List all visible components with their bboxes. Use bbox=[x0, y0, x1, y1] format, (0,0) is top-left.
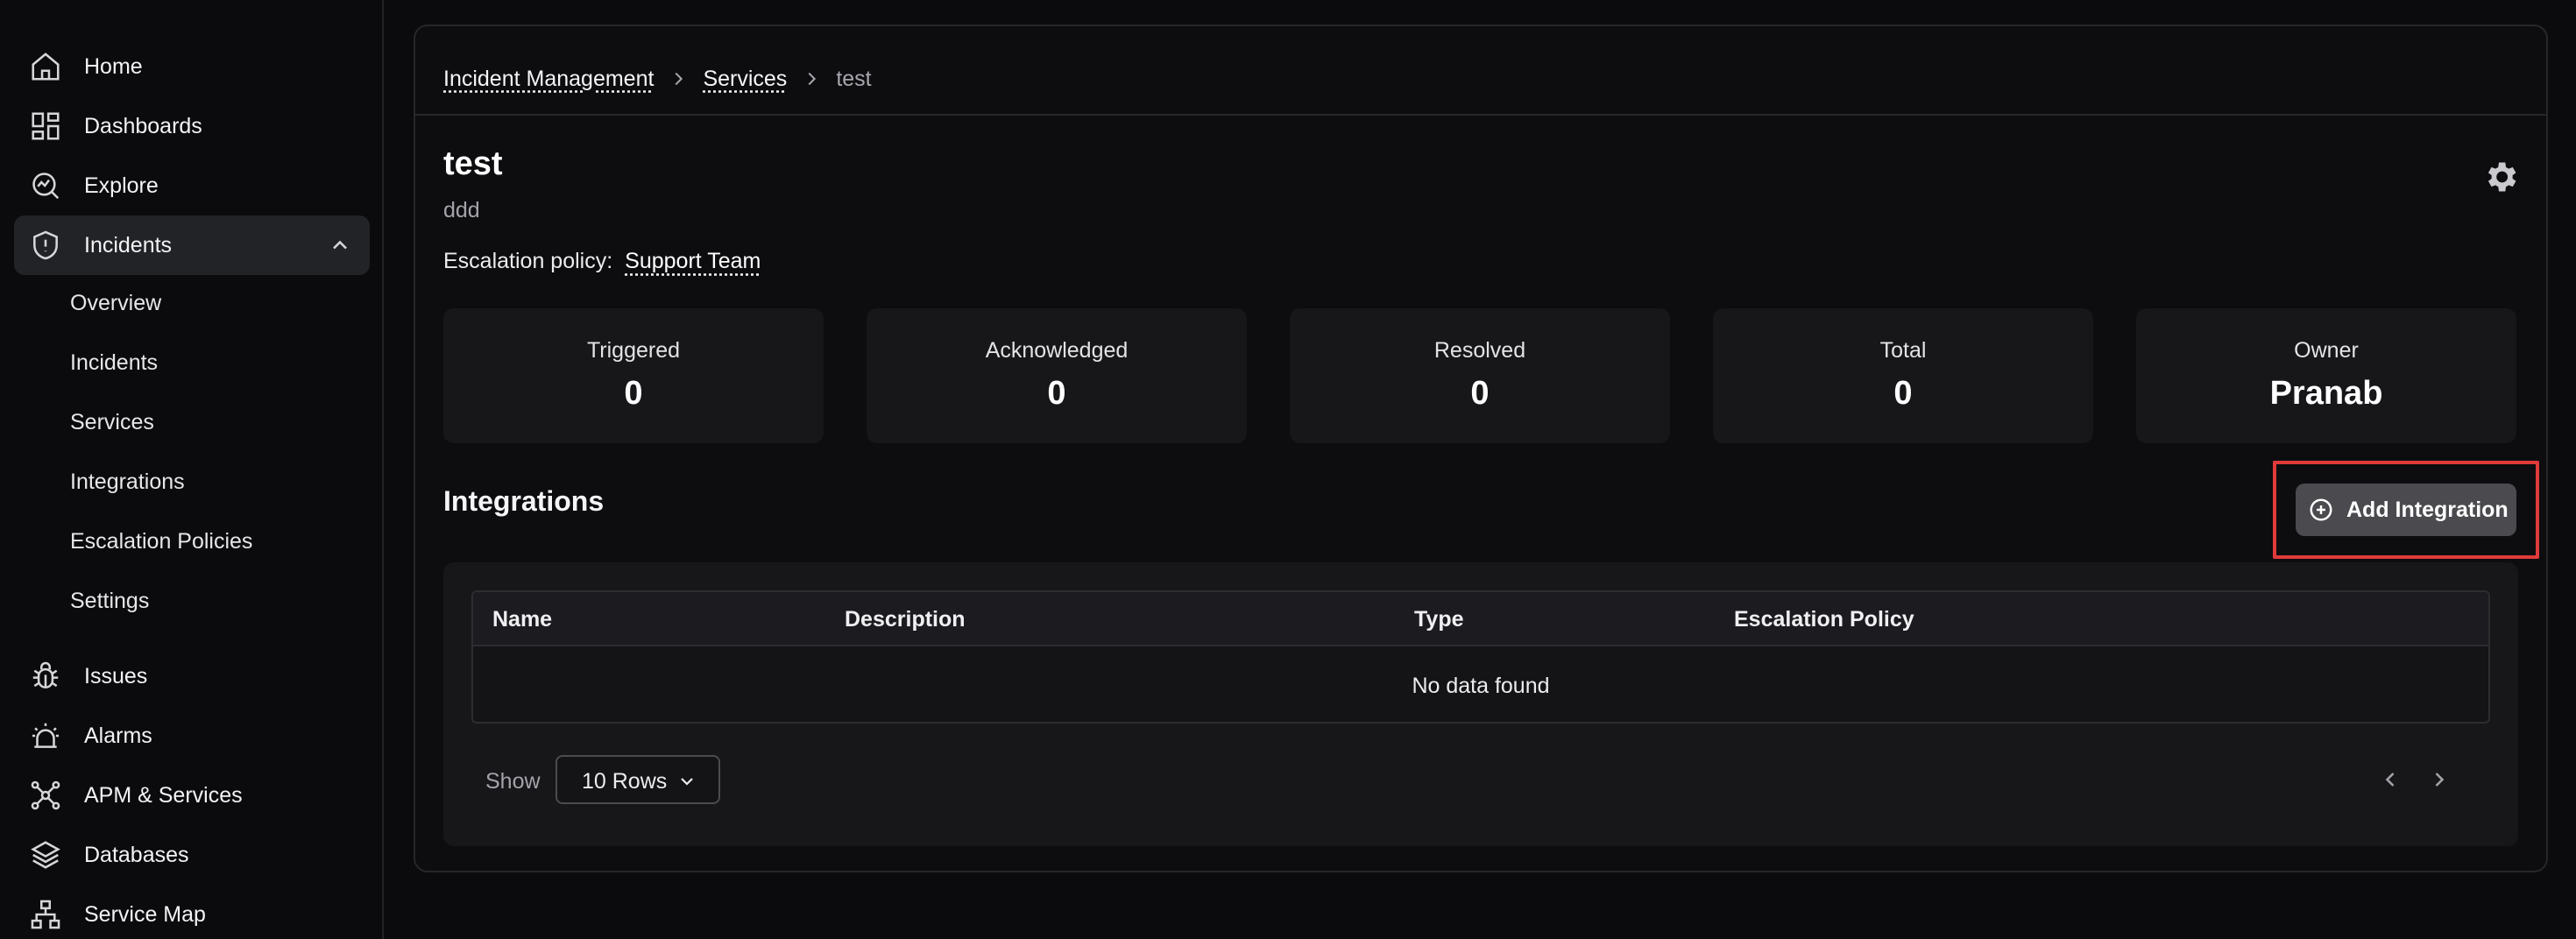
stat-value: 0 bbox=[1047, 375, 1066, 412]
stat-value: 0 bbox=[624, 375, 643, 412]
integrations-table: Name Description Type Escalation Policy … bbox=[471, 590, 2490, 724]
previous-page-button[interactable] bbox=[2378, 767, 2403, 792]
explore-icon bbox=[28, 168, 63, 203]
escalation-policy-label: Escalation policy: bbox=[443, 249, 613, 273]
sidebar-item-label: APM & Services bbox=[84, 782, 243, 808]
column-header-type[interactable]: Type bbox=[1414, 592, 1464, 646]
sidebar-item-incidents[interactable]: Incidents bbox=[14, 215, 370, 275]
empty-state: No data found bbox=[1412, 674, 1550, 698]
show-label: Show bbox=[485, 769, 541, 794]
column-header-escalation-policy[interactable]: Escalation Policy bbox=[1734, 592, 1914, 646]
sidebar-subitem-integrations[interactable]: Integrations bbox=[70, 464, 185, 499]
breadcrumb: Incident Management Services test bbox=[443, 53, 872, 105]
sidebar-item-explore[interactable]: Explore bbox=[14, 156, 370, 215]
chevron-right-icon bbox=[654, 66, 703, 92]
rows-per-page-select[interactable]: 10 Rows bbox=[556, 755, 720, 804]
sidebar-item-label: Alarms bbox=[84, 723, 152, 748]
plus-circle-icon bbox=[2308, 497, 2334, 523]
network-icon bbox=[28, 778, 63, 813]
chevron-right-icon bbox=[2435, 773, 2445, 787]
next-page-button[interactable] bbox=[2427, 767, 2452, 792]
sidebar-item-issues[interactable]: Issues bbox=[14, 646, 370, 706]
header-divider bbox=[415, 114, 2546, 116]
sidebar-item-alarms[interactable]: Alarms bbox=[14, 706, 370, 766]
sidebar-subitem-overview[interactable]: Overview bbox=[70, 286, 161, 321]
gear-icon[interactable] bbox=[2481, 158, 2520, 196]
sidebar-item-label: Databases bbox=[84, 842, 189, 867]
sitemap-icon bbox=[28, 897, 63, 932]
stat-card-resolved: Resolved 0 bbox=[1290, 308, 1670, 443]
bug-icon bbox=[28, 659, 63, 694]
shield-alert-icon bbox=[28, 228, 63, 263]
stat-label: Owner bbox=[2294, 338, 2359, 363]
stat-label: Triggered bbox=[586, 338, 681, 363]
alarm-icon bbox=[28, 718, 63, 753]
sidebar-item-home[interactable]: Home bbox=[14, 37, 370, 96]
escalation-policy-row: Escalation policy: Support Team bbox=[443, 249, 761, 274]
sidebar-item-label: Home bbox=[84, 53, 143, 79]
sidebar-item-service-map[interactable]: Service Map bbox=[14, 885, 370, 939]
sidebar-item-label: Incidents bbox=[84, 232, 173, 258]
integrations-title: Integrations bbox=[443, 485, 605, 517]
breadcrumb-services[interactable]: Services bbox=[703, 67, 787, 92]
sidebar-subitem-services[interactable]: Services bbox=[70, 405, 154, 440]
sidebar-subitem-escalation-policies[interactable]: Escalation Policies bbox=[70, 524, 252, 559]
sidebar-subitem-settings[interactable]: Settings bbox=[70, 583, 149, 618]
sidebar-item-label: Dashboards bbox=[84, 113, 202, 138]
table-header: Name Description Type Escalation Policy bbox=[473, 592, 2488, 646]
column-header-name[interactable]: Name bbox=[492, 592, 552, 646]
stat-value: 0 bbox=[1893, 375, 1913, 412]
sidebar-item-dashboards[interactable]: Dashboards bbox=[14, 96, 370, 156]
dashboard-icon bbox=[28, 109, 63, 144]
breadcrumb-current: test bbox=[836, 66, 872, 91]
rows-per-page-value: 10 Rows bbox=[582, 769, 668, 794]
sidebar-item-label: Service Map bbox=[84, 901, 206, 927]
sidebar-subitem-incidents[interactable]: Incidents bbox=[70, 345, 158, 380]
chevron-right-icon bbox=[787, 66, 836, 92]
service-description: ddd bbox=[443, 198, 480, 222]
chevron-left-icon bbox=[2385, 773, 2395, 787]
page-title: test bbox=[443, 145, 503, 182]
stat-card-triggered: Triggered 0 bbox=[443, 308, 824, 443]
chevron-down-icon bbox=[676, 771, 697, 792]
sidebar-item-label: Issues bbox=[84, 663, 148, 688]
column-header-description[interactable]: Description bbox=[845, 592, 966, 646]
stat-value: 0 bbox=[1470, 375, 1490, 412]
stat-card-acknowledged: Acknowledged 0 bbox=[867, 308, 1247, 443]
stat-label: Total bbox=[1879, 338, 1927, 363]
sidebar-item-apm-services[interactable]: APM & Services bbox=[14, 766, 370, 825]
stat-label: Resolved bbox=[1433, 338, 1526, 363]
add-integration-label: Add Integration bbox=[2346, 497, 2509, 522]
integrations-panel: Name Description Type Escalation Policy … bbox=[443, 562, 2518, 846]
stat-card-owner: Owner Pranab bbox=[2136, 308, 2516, 443]
chevron-up-icon[interactable] bbox=[328, 233, 352, 258]
breadcrumb-incident-management[interactable]: Incident Management bbox=[443, 67, 654, 92]
layers-icon bbox=[28, 837, 63, 872]
sidebar-item-databases[interactable]: Databases bbox=[14, 825, 370, 885]
home-icon bbox=[28, 49, 63, 84]
stat-card-total: Total 0 bbox=[1713, 308, 2093, 443]
escalation-policy-link[interactable]: Support Team bbox=[625, 249, 761, 273]
sidebar: Home Dashboards Explore Incidents Overvi… bbox=[0, 0, 384, 939]
sidebar-item-label: Explore bbox=[84, 173, 159, 198]
stat-label: Acknowledged bbox=[985, 338, 1129, 363]
stat-value: Pranab bbox=[2269, 375, 2383, 412]
add-integration-button[interactable]: Add Integration bbox=[2296, 484, 2516, 536]
service-detail-card: Incident Management Services test test d… bbox=[414, 25, 2548, 872]
